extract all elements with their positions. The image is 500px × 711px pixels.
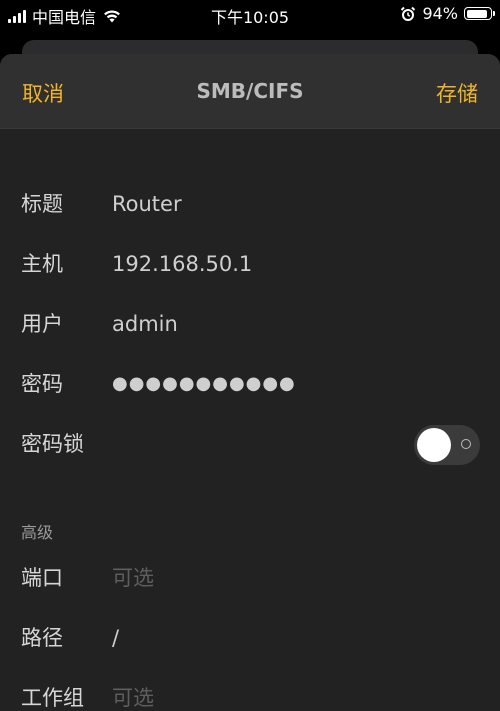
toggle-knob [417, 428, 451, 462]
path-input[interactable]: / [112, 608, 119, 668]
save-button[interactable]: 存储 [436, 78, 478, 108]
password-label: 密码 [21, 372, 63, 396]
modal-title: SMB/CIFS [196, 79, 304, 103]
alarm-icon [401, 6, 416, 21]
toggle-off-icon [461, 439, 471, 449]
password-lock-label: 密码锁 [21, 432, 84, 456]
password-lock-toggle[interactable] [414, 425, 480, 465]
advanced-section-header: 高级 [21, 523, 54, 542]
user-label: 用户 [21, 312, 63, 336]
host-row[interactable]: 主机 192.168.50.1 [0, 234, 500, 294]
status-bar: 中国电信 下午10:05 94% [0, 0, 500, 28]
user-input[interactable]: admin [112, 294, 178, 354]
port-input[interactable]: 可选 [112, 548, 154, 608]
user-row[interactable]: 用户 admin [0, 294, 500, 354]
title-row[interactable]: 标题 Router [0, 174, 500, 234]
battery-icon [464, 7, 495, 20]
workgroup-label: 工作组 [21, 686, 84, 710]
modal-header: 取消 SMB/CIFS 存储 [0, 54, 500, 129]
host-input[interactable]: 192.168.50.1 [112, 234, 252, 294]
host-label: 主机 [21, 252, 63, 276]
path-row[interactable]: 路径 / [0, 608, 500, 668]
port-label: 端口 [21, 566, 63, 590]
path-label: 路径 [21, 626, 63, 650]
password-row[interactable]: 密码 ●●●●●●●●●●● [0, 354, 500, 414]
port-row[interactable]: 端口 可选 [0, 548, 500, 608]
password-lock-row: 密码锁 [0, 414, 500, 474]
title-input[interactable]: Router [112, 174, 182, 234]
smb-config-modal: 取消 SMB/CIFS 存储 标题 Router 主机 192.168.50.1… [0, 54, 500, 711]
battery-level-fill [466, 9, 488, 18]
title-label: 标题 [21, 192, 63, 216]
password-input[interactable]: ●●●●●●●●●●● [112, 354, 296, 414]
status-right: 94% [400, 4, 495, 23]
workgroup-input[interactable]: 可选 [112, 668, 154, 711]
battery-percent: 94% [422, 4, 458, 23]
workgroup-row[interactable]: 工作组 可选 [0, 668, 500, 711]
